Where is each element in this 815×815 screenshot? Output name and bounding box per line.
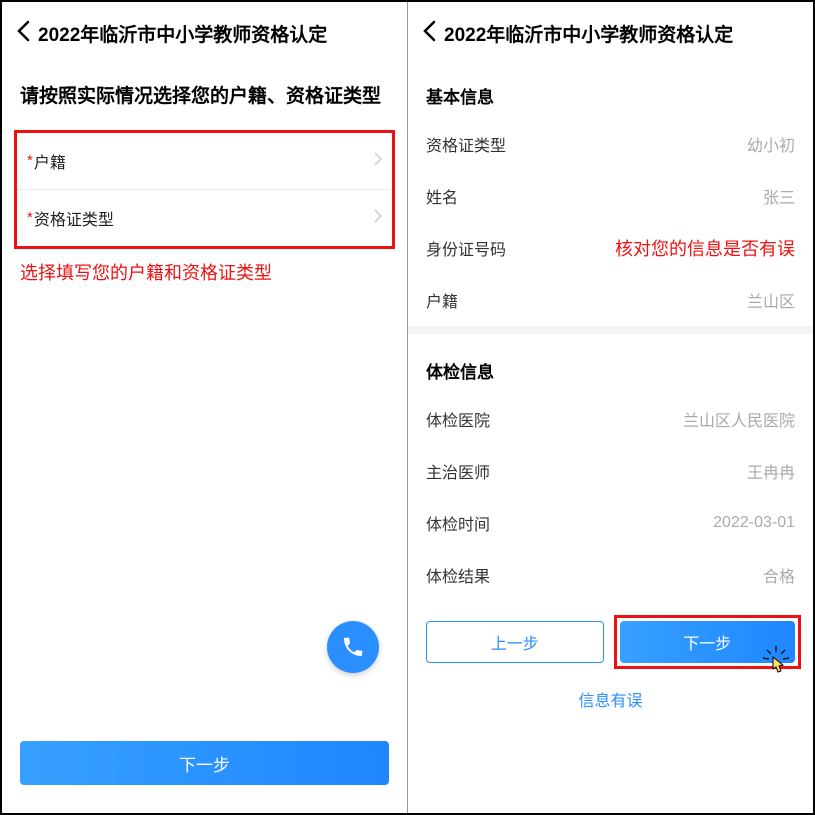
doctor-row: 主治医师 王冉冉	[408, 445, 813, 497]
section-exam-title: 体检信息	[408, 334, 813, 393]
prev-button[interactable]: 上一步	[426, 621, 604, 663]
id-label: 身份证号码	[426, 236, 506, 260]
hospital-row: 体检医院 兰山区人民医院	[408, 393, 813, 445]
chevron-right-icon	[374, 152, 382, 170]
date-label: 体检时间	[426, 511, 490, 535]
section-basic-title: 基本信息	[408, 59, 813, 118]
date-row: 体检时间 2022-03-01	[408, 497, 813, 549]
instruction-text: 请按照实际情况选择您的户籍、资格证类型	[2, 59, 407, 130]
screen-left: 2022年临沂市中小学教师资格认定 请按照实际情况选择您的户籍、资格证类型 * …	[2, 2, 408, 813]
result-row: 体检结果 合格	[408, 549, 813, 601]
divider	[408, 326, 813, 334]
annotation-verify: 核对您的信息是否有误	[615, 235, 795, 261]
back-icon[interactable]	[422, 20, 436, 47]
cert-type-label: 资格证类型	[34, 206, 114, 230]
required-star-icon: *	[27, 209, 33, 226]
page-title: 2022年临沂市中小学教师资格认定	[444, 20, 733, 47]
cert-type-row: 资格证类型 幼小初	[408, 118, 813, 170]
error-link[interactable]: 信息有误	[408, 671, 813, 723]
hospital-label: 体检医院	[426, 407, 490, 431]
result-label: 体检结果	[426, 563, 490, 587]
annotation-box: * 户籍 * 资格证类型	[14, 130, 395, 249]
hospital-value: 兰山区人民医院	[683, 407, 795, 431]
household-value: 兰山区	[747, 288, 795, 312]
next-button[interactable]: 下一步	[20, 741, 389, 785]
required-star-icon: *	[27, 152, 33, 169]
cert-type-field[interactable]: * 资格证类型	[17, 190, 392, 246]
screen-right: 2022年临沂市中小学教师资格认定 基本信息 资格证类型 幼小初 姓名 张三 身…	[408, 2, 813, 813]
back-icon[interactable]	[16, 20, 30, 47]
household-field[interactable]: * 户籍	[17, 133, 392, 190]
button-row: 上一步 下一步	[408, 601, 813, 671]
cert-type-label: 资格证类型	[426, 132, 506, 156]
header: 2022年临沂市中小学教师资格认定	[2, 2, 407, 59]
doctor-label: 主治医师	[426, 459, 490, 483]
phone-icon	[341, 635, 365, 659]
page-title: 2022年临沂市中小学教师资格认定	[38, 20, 327, 47]
name-value: 张三	[763, 184, 795, 208]
household-row: 户籍 兰山区	[408, 274, 813, 326]
cert-type-value: 幼小初	[747, 132, 795, 156]
id-row: 身份证号码 核对您的信息是否有误	[408, 222, 813, 274]
name-label: 姓名	[426, 184, 458, 208]
household-label: 户籍	[426, 288, 458, 312]
phone-fab[interactable]	[327, 621, 379, 673]
header: 2022年临沂市中小学教师资格认定	[408, 2, 813, 59]
result-value: 合格	[763, 563, 795, 587]
doctor-value: 王冉冉	[747, 459, 795, 483]
date-value: 2022-03-01	[713, 514, 795, 532]
household-label: 户籍	[34, 149, 66, 173]
next-button[interactable]: 下一步	[620, 621, 796, 663]
name-row: 姓名 张三	[408, 170, 813, 222]
chevron-right-icon	[374, 209, 382, 227]
annotation-text: 选择填写您的户籍和资格证类型	[2, 249, 407, 295]
